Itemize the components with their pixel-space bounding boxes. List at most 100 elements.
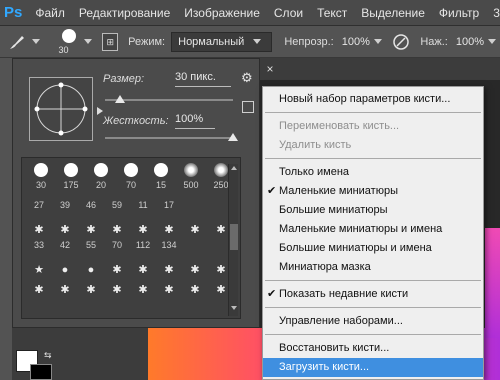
brush-picker-caret-icon[interactable] [84,39,93,44]
menu-image[interactable]: Изображение [177,6,267,20]
new-preset-icon[interactable] [242,101,254,113]
brush-preset-small[interactable]: 33 [26,240,52,260]
brush-preset-small[interactable]: ✱ [130,280,156,300]
brush-preset-small[interactable]: ✱ [130,260,156,280]
context-menu-item[interactable]: Миниатюра мазка [263,258,483,277]
background-color-swatch[interactable] [30,364,52,380]
menu-3d[interactable]: 3D [486,6,500,20]
brush-preset-small[interactable]: ★ [26,260,52,280]
brush-size-label: 30 [58,44,69,55]
scroll-up-icon[interactable] [231,166,237,170]
brush-preset-small[interactable]: 46 [78,200,104,220]
context-menu-item[interactable]: ✔ Показать недавние кисти [263,285,483,304]
brush-preset-large[interactable]: 70 [116,160,146,194]
brush-preset-small[interactable]: ● [78,260,104,280]
brush-preset-small[interactable]: 42 [52,240,78,260]
context-menu-item[interactable]: Только имена [263,163,483,182]
gear-icon[interactable]: ⚙ [241,70,257,86]
brush-preset-small[interactable]: ✱ [78,280,104,300]
brush-preset-large[interactable]: 500 [176,160,206,194]
blend-mode-select[interactable]: Нормальный [171,31,273,52]
brush-preset-picker[interactable]: 30 [54,27,80,57]
chevron-down-icon [253,39,262,44]
context-menu-item[interactable]: Маленькие миниатюры и имена [263,220,483,239]
flow-value[interactable]: 100% [456,36,484,48]
menu-filter[interactable]: Фильтр [432,6,486,20]
brush-panel-toggle-icon[interactable]: ⊞ [102,32,119,51]
flow-caret-icon[interactable] [488,39,496,44]
brush-preset-small[interactable]: ✱ [130,220,156,240]
hardness-slider-track[interactable] [105,137,233,139]
tool-preset-caret-icon[interactable] [32,39,41,44]
size-value[interactable]: 30 пикс. [175,71,231,87]
menu-layers[interactable]: Слои [267,6,310,20]
context-menu-item-label: Загрузить кисти... [279,361,370,373]
scroll-thumb[interactable] [230,224,238,250]
hardness-slider-handle[interactable] [228,133,238,141]
brush-preset-small[interactable]: ✱ [78,220,104,240]
brush-preset-small[interactable]: 112 [130,240,156,260]
brush-preset-size: 134 [161,240,177,250]
brush-preset-small[interactable]: ✱ [156,260,182,280]
brush-preset-small[interactable]: ✱ [26,220,52,240]
opacity-caret-icon[interactable] [373,39,382,44]
brush-angle-preview[interactable] [29,77,93,141]
hardness-value[interactable]: 100% [175,113,215,129]
context-menu-item-label: Восстановить кисти... [279,342,390,354]
brush-preset-small[interactable]: ✱ [52,280,78,300]
brush-preset-large[interactable]: 175 [56,160,86,194]
brush-preset-small[interactable]: 70 [104,240,130,260]
pressure-opacity-icon[interactable] [390,31,412,53]
scroll-down-icon[interactable] [231,306,237,310]
brush-preset-small[interactable]: ✱ [182,280,208,300]
preset-row: ✱ ✱ ✱ ✱ ✱ ✱ ✱ ✱ [26,220,234,240]
brush-tip-icon: ✱ [86,224,96,236]
menu-separator [265,280,481,281]
preset-scrollbar[interactable] [228,164,238,316]
context-menu-item[interactable]: Новый набор параметров кисти... [263,90,483,109]
brush-tip-icon: ✱ [138,224,148,236]
brush-preset-small[interactable]: ✱ [104,280,130,300]
brush-preset-large[interactable]: 30 [26,160,56,194]
brush-tip-icon [34,163,48,177]
menu-select[interactable]: Выделение [354,6,432,20]
context-menu-item[interactable]: ✔ Маленькие миниатюры [263,182,483,201]
brush-preset-small[interactable]: ✱ [182,220,208,240]
brush-tip-icon: ✱ [138,264,148,276]
brush-preset-small[interactable]: ✱ [52,220,78,240]
brush-preset-small[interactable]: ✱ [156,280,182,300]
close-tab-icon[interactable]: × [262,58,278,80]
brush-tool-icon[interactable] [6,31,28,53]
brush-preset-small[interactable]: ✱ [104,260,130,280]
brush-preset-small[interactable]: 39 [52,200,78,220]
opacity-value[interactable]: 100% [342,36,370,48]
menu-separator [265,112,481,113]
brush-preset-small[interactable]: 134 [156,240,182,260]
brush-preset-small[interactable]: ✱ [26,280,52,300]
brush-preset-small[interactable]: 55 [78,240,104,260]
context-menu-item[interactable]: Управление наборами... [263,312,483,331]
brush-preset-small[interactable]: 17 [156,200,182,220]
preset-row: 27 39 46 59 11 17 [26,200,234,220]
context-menu-item[interactable]: Большие миниатюры и имена [263,239,483,258]
context-menu-item[interactable]: Загрузить кисти... [263,358,483,377]
swap-colors-icon[interactable]: ⇆ [44,350,54,360]
brush-preset-large[interactable]: 15 [146,160,176,194]
menu-file[interactable]: Файл [28,6,72,20]
brush-preset-small[interactable]: 59 [104,200,130,220]
brush-preset-large[interactable]: 20 [86,160,116,194]
menu-edit[interactable]: Редактирование [72,6,177,20]
brush-preset-size: 42 [59,240,70,250]
brush-preset-small[interactable]: ✱ [182,260,208,280]
brush-preset-small[interactable]: 11 [130,200,156,220]
brush-preset-small[interactable]: 27 [26,200,52,220]
brush-preset-small[interactable]: ● [52,260,78,280]
brush-tip-icon: ✱ [34,284,44,296]
brush-preset-small[interactable]: ✱ [104,220,130,240]
context-menu-item[interactable]: Большие миниатюры [263,201,483,220]
context-menu-item-label: Переименовать кисть... [279,120,400,132]
context-menu-item[interactable]: Восстановить кисти... [263,339,483,358]
brush-preset-small[interactable]: ✱ [156,220,182,240]
size-slider-handle[interactable] [115,95,126,103]
menu-type[interactable]: Текст [310,6,354,20]
